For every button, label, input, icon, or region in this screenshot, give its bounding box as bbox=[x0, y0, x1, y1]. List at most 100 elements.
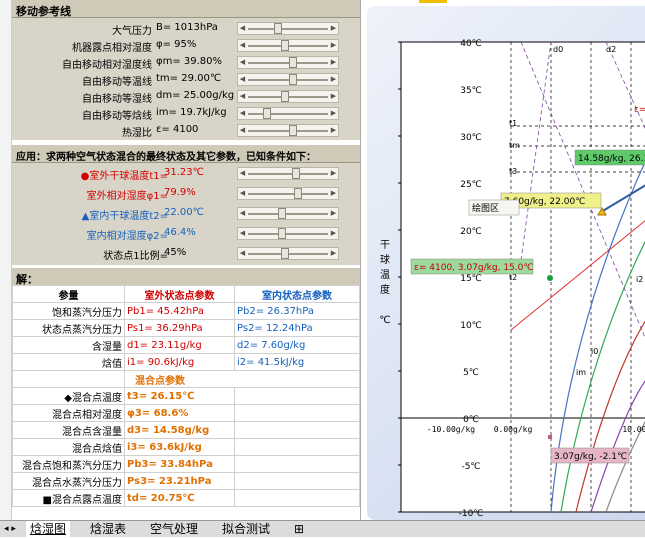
slider-left-arrow-icon[interactable]: ◀ bbox=[238, 57, 247, 68]
slider-thumb[interactable] bbox=[293, 188, 302, 199]
condition-slider[interactable]: ◀ ▶ bbox=[237, 207, 339, 220]
reference-value: B= 1013hPa bbox=[156, 22, 218, 33]
slider-thumb[interactable] bbox=[281, 248, 290, 259]
mix-value: φ3= 68.6% bbox=[124, 404, 235, 422]
mix-row: ■混合点露点温度 td= 20.75℃ bbox=[12, 489, 360, 507]
slider-left-arrow-icon[interactable]: ◀ bbox=[238, 248, 247, 259]
tab-fit-test[interactable]: 拟合测试 bbox=[218, 521, 274, 538]
reference-label: 自由移动等温线 bbox=[82, 77, 152, 88]
mix-param-name: 混合点相对湿度 bbox=[12, 404, 125, 422]
slider-right-arrow-icon[interactable]: ▶ bbox=[329, 108, 338, 119]
chart-pane[interactable]: 40℃ 35℃ 30℃ 25℃ 20℃ 15℃ 10℃ 5℃ 0℃ -5℃ -10℃ -10.00g/… bbox=[360, 0, 645, 520]
slider-right-arrow-icon[interactable]: ▶ bbox=[329, 23, 338, 34]
slider-thumb[interactable] bbox=[288, 125, 297, 136]
condition-label: ▲室内干球温度t2= bbox=[81, 211, 168, 222]
condition-slider[interactable]: ◀ ▶ bbox=[237, 227, 339, 240]
top-selection-marker bbox=[419, 0, 447, 3]
slider-thumb[interactable] bbox=[277, 208, 286, 219]
y-axis-label-char: 温 bbox=[380, 269, 390, 281]
indoor-value: Ps2= 12.24hPa bbox=[234, 319, 360, 337]
mix-row: 混合点水蒸汽分压力 Ps3= 23.21hPa bbox=[12, 472, 360, 490]
condition-slider[interactable]: ◀ ▶ bbox=[237, 247, 339, 260]
condition-slider[interactable]: ◀ ▶ bbox=[237, 167, 339, 180]
slider-left-arrow-icon[interactable]: ◀ bbox=[238, 108, 247, 119]
new-sheet-icon[interactable]: ⊞ bbox=[290, 521, 308, 538]
mix-param-name: 混合点水蒸汽分压力 bbox=[12, 472, 125, 490]
condition-slider[interactable]: ◀ ▶ bbox=[237, 187, 339, 200]
reference-label: 自由移动等湿线 bbox=[82, 94, 152, 105]
slider-right-arrow-icon[interactable]: ▶ bbox=[329, 208, 338, 219]
y-tick-label: 5℃ bbox=[463, 368, 479, 378]
condition-value: 46.4% bbox=[164, 227, 196, 238]
outdoor-value: Pb1= 45.42hPa bbox=[124, 302, 235, 320]
slider-right-arrow-icon[interactable]: ▶ bbox=[329, 248, 338, 259]
label-dew-point: 3.07g/kg, -2.1℃ bbox=[554, 452, 627, 462]
slider-right-arrow-icon[interactable]: ▶ bbox=[329, 57, 338, 68]
row-header-strip bbox=[0, 0, 12, 520]
slider-thumb[interactable] bbox=[292, 168, 301, 179]
y-axis-label-char: ℃ bbox=[379, 315, 390, 326]
slider-right-arrow-icon[interactable]: ▶ bbox=[329, 40, 338, 51]
slider-track bbox=[248, 233, 328, 235]
tab-air-treatment[interactable]: 空气处理 bbox=[146, 521, 202, 538]
reference-slider[interactable]: ◀ ▶ bbox=[237, 73, 339, 86]
slider-thumb[interactable] bbox=[281, 40, 290, 51]
reference-slider[interactable]: ◀ ▶ bbox=[237, 39, 339, 52]
slider-right-arrow-icon[interactable]: ▶ bbox=[329, 91, 338, 102]
chart-line-label: tm bbox=[509, 141, 520, 150]
mix-value: Pb3= 33.84hPa bbox=[124, 455, 235, 473]
slider-left-arrow-icon[interactable]: ◀ bbox=[238, 40, 247, 51]
slider-right-arrow-icon[interactable]: ▶ bbox=[329, 168, 338, 179]
mix-title-row: 混合点参数 bbox=[12, 370, 360, 388]
y-tick-label: 30℃ bbox=[460, 133, 482, 143]
mix-param-name: 混合点含湿量 bbox=[12, 421, 125, 439]
condition-value: 22.00℃ bbox=[164, 207, 204, 218]
section-solution-title: 解： bbox=[12, 268, 360, 286]
mix-value: t3= 26.15℃ bbox=[124, 387, 235, 405]
slider-track bbox=[248, 173, 328, 175]
reference-label: 自由移动等焓线 bbox=[82, 111, 152, 122]
slider-left-arrow-icon[interactable]: ◀ bbox=[238, 125, 247, 136]
psychrometric-chart[interactable]: 40℃ 35℃ 30℃ 25℃ 20℃ 15℃ 10℃ 5℃ 0℃ -5℃ -10℃ -10.00g/… bbox=[361, 0, 645, 520]
mix-param-name: ◆混合点温度 bbox=[12, 387, 125, 405]
condition-row: 室内相对湿度φ2= 46.4% ◀ ▶ bbox=[12, 225, 360, 242]
mix-value: td= 20.75℃ bbox=[124, 489, 235, 507]
slider-left-arrow-icon[interactable]: ◀ bbox=[238, 23, 247, 34]
tab-enthalpy-chart[interactable]: 焓湿图 bbox=[26, 521, 71, 538]
chart-line-label: t3 bbox=[509, 167, 517, 176]
slider-right-arrow-icon[interactable]: ▶ bbox=[329, 228, 338, 239]
section-application-title: 应用：求两种空气状态混合的最终状态及其它参数，已知条件如下： bbox=[12, 145, 360, 163]
slider-left-arrow-icon[interactable]: ◀ bbox=[238, 228, 247, 239]
reference-row: 热湿比 ε= 4100 ◀ ▶ bbox=[12, 122, 360, 139]
slider-thumb[interactable] bbox=[262, 108, 271, 119]
slider-right-arrow-icon[interactable]: ▶ bbox=[329, 125, 338, 136]
reference-slider[interactable]: ◀ ▶ bbox=[237, 22, 339, 35]
slider-left-arrow-icon[interactable]: ◀ bbox=[238, 168, 247, 179]
slider-right-arrow-icon[interactable]: ▶ bbox=[329, 188, 338, 199]
slider-left-arrow-icon[interactable]: ◀ bbox=[238, 91, 247, 102]
chart-line-label: d2 bbox=[606, 45, 616, 54]
tab-enthalpy-table[interactable]: 焓湿表 bbox=[86, 521, 130, 538]
slider-left-arrow-icon[interactable]: ◀ bbox=[238, 188, 247, 199]
slider-thumb[interactable] bbox=[277, 228, 286, 239]
mix-row: 混合点饱和蒸汽分压力 Pb3= 33.84hPa bbox=[12, 455, 360, 473]
chart-line-label: t2 bbox=[509, 273, 517, 282]
reference-slider[interactable]: ◀ ▶ bbox=[237, 56, 339, 69]
slider-left-arrow-icon[interactable]: ◀ bbox=[238, 74, 247, 85]
reference-slider[interactable]: ◀ ▶ bbox=[237, 90, 339, 103]
reference-slider[interactable]: ◀ ▶ bbox=[237, 107, 339, 120]
condition-label: 室外相对湿度φ1= bbox=[86, 191, 168, 202]
slider-thumb[interactable] bbox=[281, 91, 290, 102]
slider-thumb[interactable] bbox=[273, 23, 282, 34]
header-indoor: 室内状态点参数 bbox=[234, 285, 360, 303]
tab-scroll-arrows[interactable]: ◂ ▸ bbox=[0, 521, 20, 538]
slider-left-arrow-icon[interactable]: ◀ bbox=[238, 208, 247, 219]
reference-slider[interactable]: ◀ ▶ bbox=[237, 124, 339, 137]
slider-thumb[interactable] bbox=[288, 57, 297, 68]
slider-right-arrow-icon[interactable]: ▶ bbox=[329, 74, 338, 85]
mix-row: 混合点焓值 i3= 63.6kJ/kg bbox=[12, 438, 360, 456]
mix-value: Ps3= 23.21hPa bbox=[124, 472, 235, 490]
slider-thumb[interactable] bbox=[288, 74, 297, 85]
mix-param-name: 混合点焓值 bbox=[12, 438, 125, 456]
reference-value: φ= 95% bbox=[156, 39, 197, 50]
